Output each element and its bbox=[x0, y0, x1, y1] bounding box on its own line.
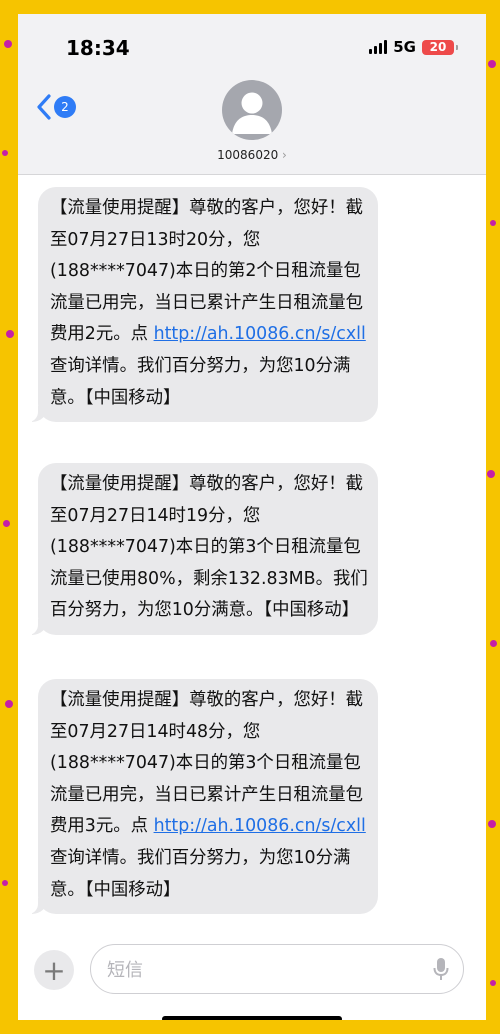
unread-badge: 2 bbox=[54, 96, 76, 118]
message-link[interactable]: http://ah.10086.cn/s/cxll bbox=[154, 816, 366, 836]
microphone-icon[interactable] bbox=[433, 957, 449, 981]
message-text: 查询详情。我们百分努力，为您10分满意。【中国移动】 bbox=[50, 355, 351, 408]
decorative-dot bbox=[2, 880, 8, 886]
message-composer: + bbox=[18, 934, 486, 1020]
decorative-dot bbox=[4, 40, 12, 48]
message-link[interactable]: http://ah.10086.cn/s/cxll bbox=[154, 324, 366, 344]
home-indicator bbox=[162, 1016, 342, 1020]
message-text: 查询详情。我们百分努力，为您10分满意。【中国移动】 bbox=[50, 847, 351, 900]
back-button[interactable]: 2 bbox=[36, 94, 76, 120]
decorative-dot bbox=[490, 640, 497, 647]
phone-screen: 18:34 5G 20 2 10086020 › 【流量使用提醒】尊敬的客户，您… bbox=[18, 14, 486, 1020]
decorative-dot bbox=[490, 980, 496, 986]
signal-icon bbox=[369, 40, 388, 54]
plus-icon: + bbox=[42, 953, 66, 987]
conversation-header: 18:34 5G 20 2 10086020 › bbox=[18, 14, 486, 175]
battery-icon: 20 bbox=[422, 39, 458, 55]
decorative-dot bbox=[490, 220, 496, 226]
contact-name[interactable]: 10086020 › bbox=[18, 148, 486, 162]
message-text: 【流量使用提醒】尊敬的客户，您好！截至07月27日14时48分，您(188***… bbox=[50, 690, 364, 837]
message-bubble[interactable]: 【流量使用提醒】尊敬的客户，您好！截至07月27日14时48分，您(188***… bbox=[26, 679, 378, 915]
back-chevron-icon bbox=[37, 94, 51, 120]
contact-avatar[interactable] bbox=[222, 80, 282, 140]
status-indicators: 5G 20 bbox=[369, 38, 458, 56]
decorative-dot bbox=[487, 470, 495, 478]
decorative-dot bbox=[488, 60, 496, 68]
message-bubble[interactable]: 【流量使用提醒】尊敬的客户，您好！截至07月27日13时20分，您(188***… bbox=[26, 187, 378, 423]
message-text: 【流量使用提醒】尊敬的客户，您好！截至07月27日13时20分，您(188***… bbox=[50, 198, 364, 345]
message-text: 【流量使用提醒】尊敬的客户，您好！截至07月27日14时19分，您(188***… bbox=[50, 474, 368, 621]
decorative-dot bbox=[6, 330, 14, 338]
message-bubble[interactable]: 【流量使用提醒】尊敬的客户，您好！截至07月27日14时19分，您(188***… bbox=[26, 463, 378, 635]
plus-button[interactable]: + bbox=[34, 950, 74, 990]
decorative-dot bbox=[488, 820, 496, 828]
decorative-dot bbox=[2, 150, 8, 156]
decorative-dot bbox=[3, 520, 10, 527]
person-icon bbox=[232, 92, 272, 134]
chevron-right-icon: › bbox=[282, 148, 287, 162]
network-type: 5G bbox=[393, 38, 416, 56]
contact-number: 10086020 bbox=[217, 148, 279, 162]
status-time: 18:34 bbox=[66, 36, 130, 60]
message-input-container bbox=[90, 944, 464, 995]
message-input[interactable] bbox=[105, 945, 409, 995]
decorative-dot bbox=[5, 700, 13, 708]
